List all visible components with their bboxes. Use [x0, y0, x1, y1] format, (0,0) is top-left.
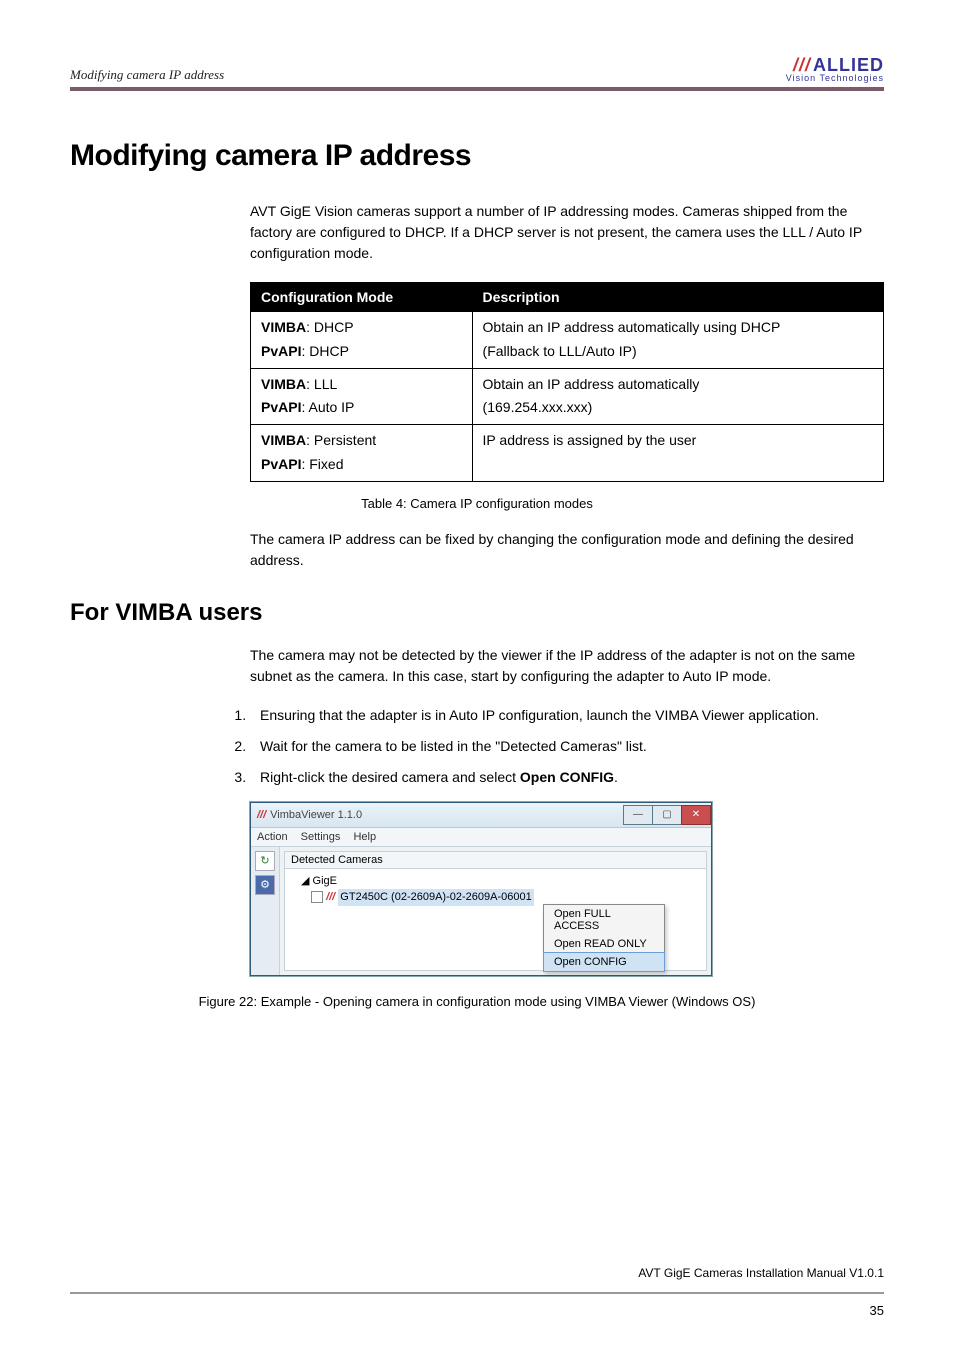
minimize-button[interactable]: — [623, 805, 653, 825]
footer-doc-title: AVT GigE Cameras Installation Manual V1.… [638, 1266, 884, 1280]
menu-action[interactable]: Action [257, 831, 288, 843]
page-title: Modifying camera IP address [70, 139, 884, 173]
mode-pvapi-label: PvAPI [261, 399, 301, 415]
step-3-bold: Open CONFIG [520, 769, 614, 785]
mode-vimba-label: VIMBA [261, 432, 306, 448]
mode-vimba-value: : DHCP [306, 319, 353, 335]
mode-desc-line2: (Fallback to LLL/Auto IP) [483, 343, 637, 359]
mode-pvapi-value: : Auto IP [301, 399, 354, 415]
mode-vimba-value: : Persistent [306, 432, 376, 448]
tree-header: Detected Cameras [285, 852, 706, 869]
table-header-mode: Configuration Mode [251, 283, 473, 312]
step-3-text: Right-click the desired camera and selec… [260, 769, 520, 785]
logo-slashes-icon: /// [793, 56, 811, 74]
refresh-icon[interactable]: ↻ [255, 851, 275, 871]
mode-pvapi-value: : Fixed [301, 456, 343, 472]
mode-pvapi-label: PvAPI [261, 343, 301, 359]
settings-icon[interactable]: ⚙ [255, 875, 275, 895]
camera-icon: /// [326, 891, 335, 903]
ctx-open-full-access[interactable]: Open FULL ACCESS [544, 905, 664, 935]
menu-help[interactable]: Help [353, 831, 376, 843]
after-table-paragraph: The camera IP address can be fixed by ch… [250, 529, 884, 571]
step-3: Right-click the desired camera and selec… [250, 767, 884, 788]
ctx-open-read-only[interactable]: Open READ ONLY [544, 935, 664, 953]
mode-pvapi-label: PvAPI [261, 456, 301, 472]
mode-vimba-value: : LLL [306, 376, 337, 392]
section-heading-vimba: For VIMBA users [70, 599, 884, 627]
step-1: Ensuring that the adapter is in Auto IP … [250, 705, 884, 726]
table-row: VIMBA: Persistent PvAPI: Fixed IP addres… [251, 425, 884, 482]
context-menu[interactable]: Open FULL ACCESS Open READ ONLY Open CON… [543, 904, 665, 972]
table-header-desc: Description [472, 283, 883, 312]
mode-pvapi-value: : DHCP [301, 343, 348, 359]
mode-vimba-label: VIMBA [261, 319, 306, 335]
menu-bar[interactable]: Action Settings Help [251, 828, 711, 847]
detected-cameras-panel: Detected Cameras ◢ GigE /// GT2450C (02-… [284, 851, 707, 971]
page-number: 35 [870, 1303, 884, 1318]
steps-list: Ensuring that the adapter is in Auto IP … [232, 705, 884, 788]
vimba-viewer-window: /// VimbaViewer 1.1.0 — ▢ ✕ Action Setti… [250, 802, 712, 976]
step-3-tail: . [614, 769, 618, 785]
intro-paragraph: AVT GigE Vision cameras support a number… [250, 201, 884, 264]
tree-camera-label: GT2450C (02-2609A)-02-2609A-06001 [338, 889, 533, 906]
page-header: Modifying camera IP address /// ALLIED V… [70, 56, 884, 91]
mode-vimba-label: VIMBA [261, 376, 306, 392]
tree-root-label: GigE [313, 875, 337, 887]
maximize-button[interactable]: ▢ [652, 805, 682, 825]
footer-rule [70, 1292, 884, 1294]
brand-logo: /// ALLIED Vision Technologies [786, 56, 884, 83]
table-caption: Table 4: Camera IP configuration modes [70, 496, 884, 511]
logo-subtitle: Vision Technologies [786, 74, 884, 83]
checkbox-icon[interactable] [311, 891, 323, 903]
mode-desc-line1: IP address is assigned by the user [483, 432, 697, 448]
menu-settings[interactable]: Settings [301, 831, 341, 843]
mode-desc-line1: Obtain an IP address automatically [483, 376, 700, 392]
config-modes-table: Configuration Mode Description VIMBA: DH… [250, 282, 884, 482]
table-row: VIMBA: LLL PvAPI: Auto IP Obtain an IP a… [251, 368, 884, 425]
window-title: VimbaViewer 1.1.0 [270, 809, 362, 821]
mode-desc-line1: Obtain an IP address automatically using… [483, 319, 781, 335]
figure-caption: Figure 22: Example - Opening camera in c… [70, 994, 884, 1009]
logo-brand: ALLIED [813, 56, 884, 74]
app-icon: /// [257, 809, 266, 821]
mode-desc-line2: (169.254.xxx.xxx) [483, 399, 593, 415]
window-titlebar[interactable]: /// VimbaViewer 1.1.0 — ▢ ✕ [251, 803, 711, 828]
app-sidebar: ↻ ⚙ [251, 847, 280, 975]
section-breadcrumb: Modifying camera IP address [70, 67, 224, 83]
vimba-intro-paragraph: The camera may not be detected by the vi… [250, 645, 884, 687]
ctx-open-config[interactable]: Open CONFIG [544, 953, 664, 971]
close-button[interactable]: ✕ [681, 805, 711, 825]
step-2: Wait for the camera to be listed in the … [250, 736, 884, 757]
table-row: VIMBA: DHCP PvAPI: DHCP Obtain an IP add… [251, 312, 884, 369]
tree-root-gige[interactable]: ◢ GigE [301, 873, 700, 890]
